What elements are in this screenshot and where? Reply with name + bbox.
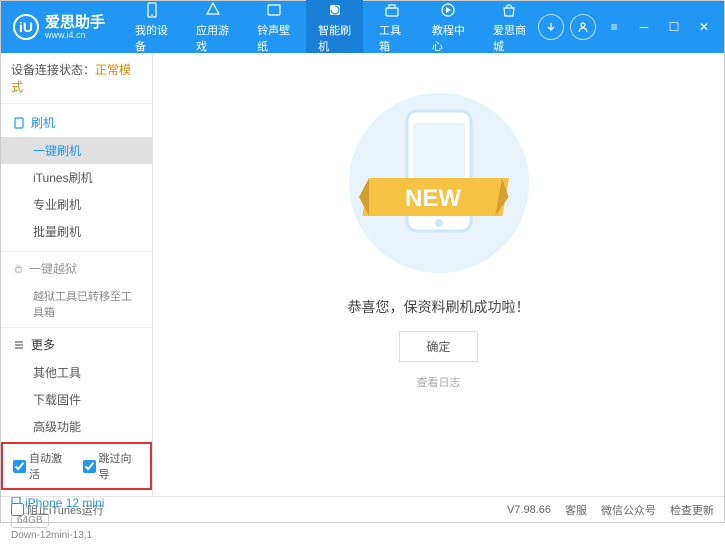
footer-update[interactable]: 检查更新 [670,502,714,518]
section-label: 刷机 [31,114,55,131]
logo: iU 爱思助手 www.i4.cn [13,14,105,40]
nav-flash[interactable]: 智能刷机 [306,0,363,60]
toolbox-icon [383,1,401,19]
titlebar: iU 爱思助手 www.i4.cn 我的设备 应用游戏 铃声壁纸 智能刷机 工具… [1,1,724,53]
nav-label: 工具箱 [379,22,404,54]
sidebar-item-jailbreak[interactable]: 一键越狱 [1,254,152,283]
nav-ringtones[interactable]: 铃声壁纸 [245,0,302,60]
logo-url: www.i4.cn [45,30,105,40]
device-sub: Down-12mini-13,1 [11,530,142,541]
main-content: NEW 恭喜您，保资料刷机成功啦！ 确定 查看日志 [153,53,724,496]
footer-service[interactable]: 客服 [565,502,587,518]
status-label: 设备连接状态： [11,63,95,77]
nav-label: 铃声壁纸 [257,22,290,54]
nav-label: 我的设备 [135,22,168,54]
body: 设备连接状态：正常模式 刷机 一键刷机 iTunes刷机 专业刷机 批量刷机 一… [1,53,724,496]
jailbreak-label: 一键越狱 [29,260,77,277]
wallpaper-icon [265,1,283,19]
logo-icon: iU [13,14,39,40]
sidebar-section-flash[interactable]: 刷机 [1,108,152,137]
confirm-button[interactable]: 确定 [399,331,477,362]
sidebar-item-batch[interactable]: 批量刷机 [1,218,152,245]
success-illustration: NEW [329,83,549,283]
checkbox-auto-activate[interactable]: 自动激活 [13,450,71,482]
cb-label: 阻止iTunes运行 [27,502,104,518]
app-window: iU 爱思助手 www.i4.cn 我的设备 应用游戏 铃声壁纸 智能刷机 工具… [0,0,725,523]
nav-label: 爱思商城 [493,22,526,54]
sidebar-item-othertools[interactable]: 其他工具 [1,359,152,386]
close-button[interactable]: ✕ [692,15,716,39]
nav-label: 应用游戏 [196,22,229,54]
footer: 阻止iTunes运行 V7.98.66 客服 微信公众号 检查更新 [1,496,724,522]
tutorial-icon [439,1,457,19]
sidebar-item-itunes[interactable]: iTunes刷机 [1,164,152,191]
menu-icon[interactable]: ≡ [602,15,626,39]
device-icon [143,1,161,19]
connection-status: 设备连接状态：正常模式 [1,53,152,104]
logo-brand: 爱思助手 [45,15,105,30]
version-label: V7.98.66 [507,504,551,516]
sidebar-item-advanced[interactable]: 高级功能 [1,413,152,440]
view-log-link[interactable]: 查看日志 [417,374,461,390]
nav-my-device[interactable]: 我的设备 [123,0,180,60]
store-icon [500,1,518,19]
checkbox-skip-guide[interactable]: 跳过向导 [83,450,141,482]
section-label: 更多 [31,336,55,353]
jailbreak-note: 越狱工具已转移至工具箱 [1,283,152,325]
cb-label: 自动激活 [29,450,71,482]
sidebar-item-oneclick[interactable]: 一键刷机 [1,137,152,164]
options-highlight: 自动激活 跳过向导 [1,442,152,490]
cb-label: 跳过向导 [99,450,141,482]
nav-tutorials[interactable]: 教程中心 [420,0,477,60]
apps-icon [204,1,222,19]
flash-icon [326,1,344,19]
sidebar: 设备连接状态：正常模式 刷机 一键刷机 iTunes刷机 专业刷机 批量刷机 一… [1,53,153,496]
checkbox-block-itunes[interactable]: 阻止iTunes运行 [11,502,104,518]
maximize-button[interactable]: ☐ [662,15,686,39]
top-nav: 我的设备 应用游戏 铃声壁纸 智能刷机 工具箱 教程中心 爱思商城 [123,0,538,60]
minimize-button[interactable]: ─ [632,15,656,39]
lock-icon [13,263,24,274]
nav-label: 智能刷机 [318,22,351,54]
nav-store[interactable]: 爱思商城 [481,0,538,60]
title-controls: ≡ ─ ☐ ✕ [538,14,716,40]
nav-apps[interactable]: 应用游戏 [184,0,241,60]
new-badge: NEW [405,185,461,212]
list-icon [13,339,25,351]
success-message: 恭喜您，保资料刷机成功啦！ [348,297,530,317]
footer-wechat[interactable]: 微信公众号 [601,502,656,518]
download-button[interactable] [538,14,564,40]
nav-label: 教程中心 [432,22,465,54]
sidebar-section-more[interactable]: 更多 [1,330,152,359]
sidebar-item-firmware[interactable]: 下载固件 [1,386,152,413]
nav-toolbox[interactable]: 工具箱 [367,0,416,60]
user-button[interactable] [570,14,596,40]
sidebar-item-pro[interactable]: 专业刷机 [1,191,152,218]
